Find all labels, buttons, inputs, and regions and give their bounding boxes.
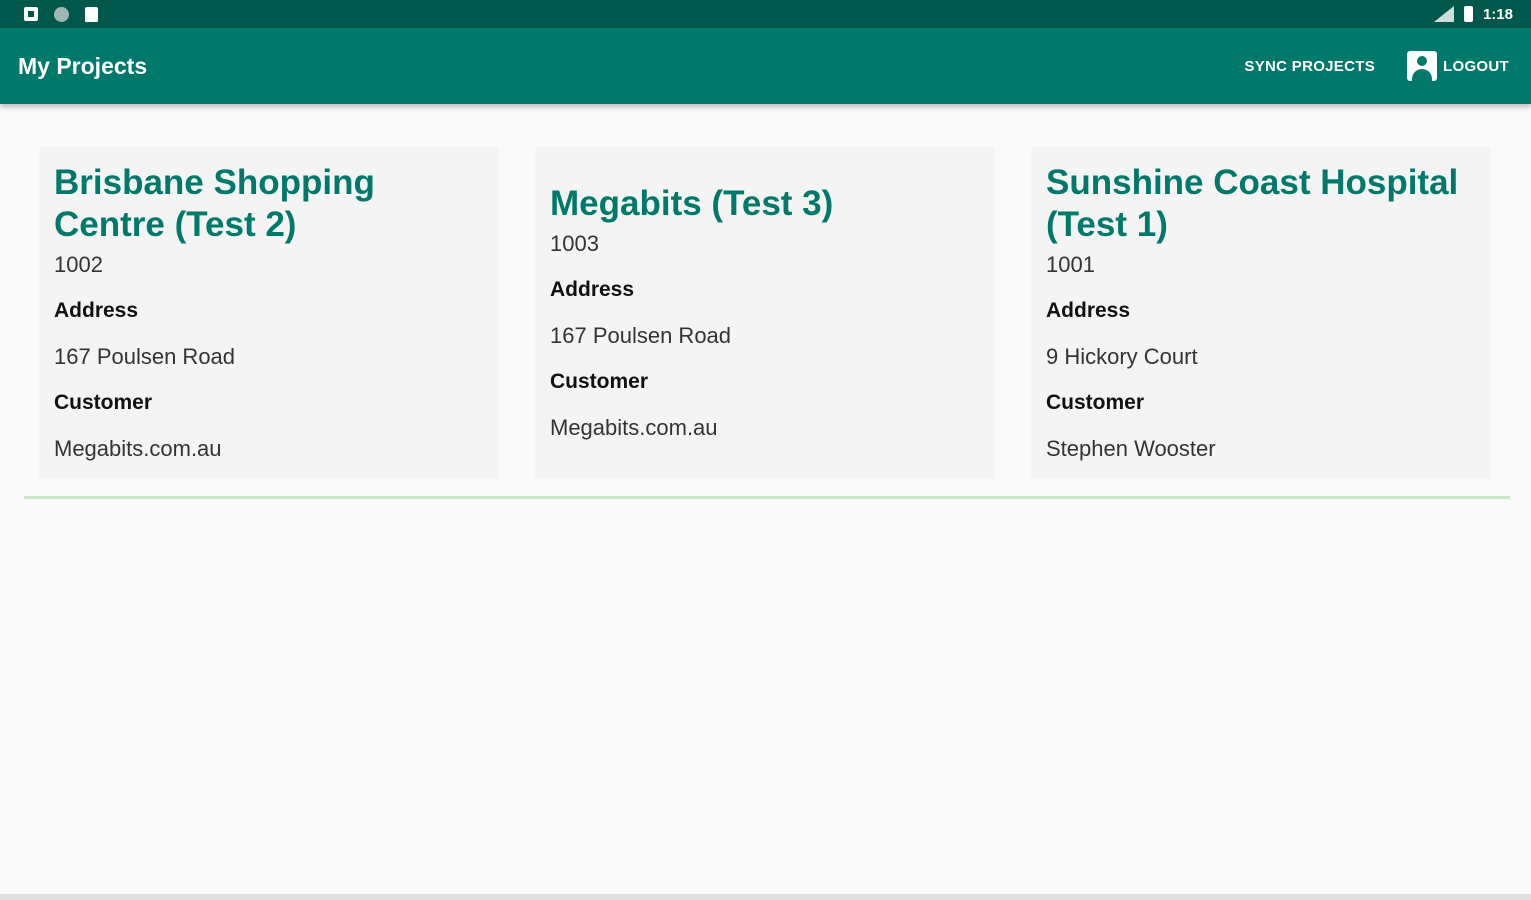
notification-square-icon (24, 7, 38, 21)
project-title: Brisbane Shopping Centre (Test 2) (54, 163, 375, 244)
project-title: Sunshine Coast Hospital (Test 1) (1046, 163, 1459, 244)
customer-label: Customer (550, 370, 649, 393)
customer-value: Stephen Wooster (1046, 436, 1216, 461)
address-value: 9 Hickory Court (1046, 344, 1198, 369)
app-bar-actions: SYNC PROJECTS LOGOUT (1244, 51, 1509, 81)
project-title: Megabits (Test 3) (550, 184, 834, 223)
project-card[interactable]: Brisbane Shopping Centre (Test 2) 1002 A… (40, 148, 498, 478)
address-value: 167 Poulsen Road (550, 323, 732, 348)
logout-button[interactable]: LOGOUT (1407, 51, 1509, 81)
status-right-icons: 1:18 (1433, 5, 1513, 23)
main-content: Brisbane Shopping Centre (Test 2) 1002 A… (0, 104, 1531, 900)
sync-projects-label: SYNC PROJECTS (1244, 57, 1376, 75)
address-label: Address (550, 278, 635, 301)
list-divider (24, 496, 1510, 499)
project-code: 1001 (1046, 252, 1095, 277)
app-bar: My Projects SYNC PROJECTS LOGOUT (0, 28, 1531, 104)
account-icon (1407, 51, 1438, 81)
clipboard-icon (85, 6, 98, 22)
customer-label: Customer (54, 391, 153, 414)
project-list: Brisbane Shopping Centre (Test 2) 1002 A… (40, 148, 1490, 478)
address-value: 167 Poulsen Road (54, 344, 236, 369)
circle-icon (54, 6, 69, 22)
customer-value: Megabits.com.au (550, 415, 718, 440)
battery-icon (1463, 6, 1473, 22)
sync-projects-button[interactable]: SYNC PROJECTS (1244, 58, 1375, 75)
project-card[interactable]: Sunshine Coast Hospital (Test 1) 1001 Ad… (1032, 148, 1490, 478)
status-left-icons (24, 6, 98, 22)
bottom-edge (0, 894, 1531, 900)
address-label: Address (1046, 299, 1131, 322)
project-card[interactable]: Megabits (Test 3) 1003 Address 167 Pouls… (536, 148, 994, 478)
project-code: 1003 (550, 231, 599, 256)
customer-value: Megabits.com.au (54, 436, 222, 461)
customer-label: Customer (1046, 391, 1145, 414)
project-code: 1002 (54, 252, 103, 277)
status-time: 1:18 (1482, 5, 1513, 23)
logout-label: LOGOUT (1443, 57, 1509, 75)
address-label: Address (54, 299, 139, 322)
status-bar: 1:18 (0, 0, 1531, 28)
page-title: My Projects (18, 52, 148, 79)
signal-icon (1433, 6, 1454, 22)
